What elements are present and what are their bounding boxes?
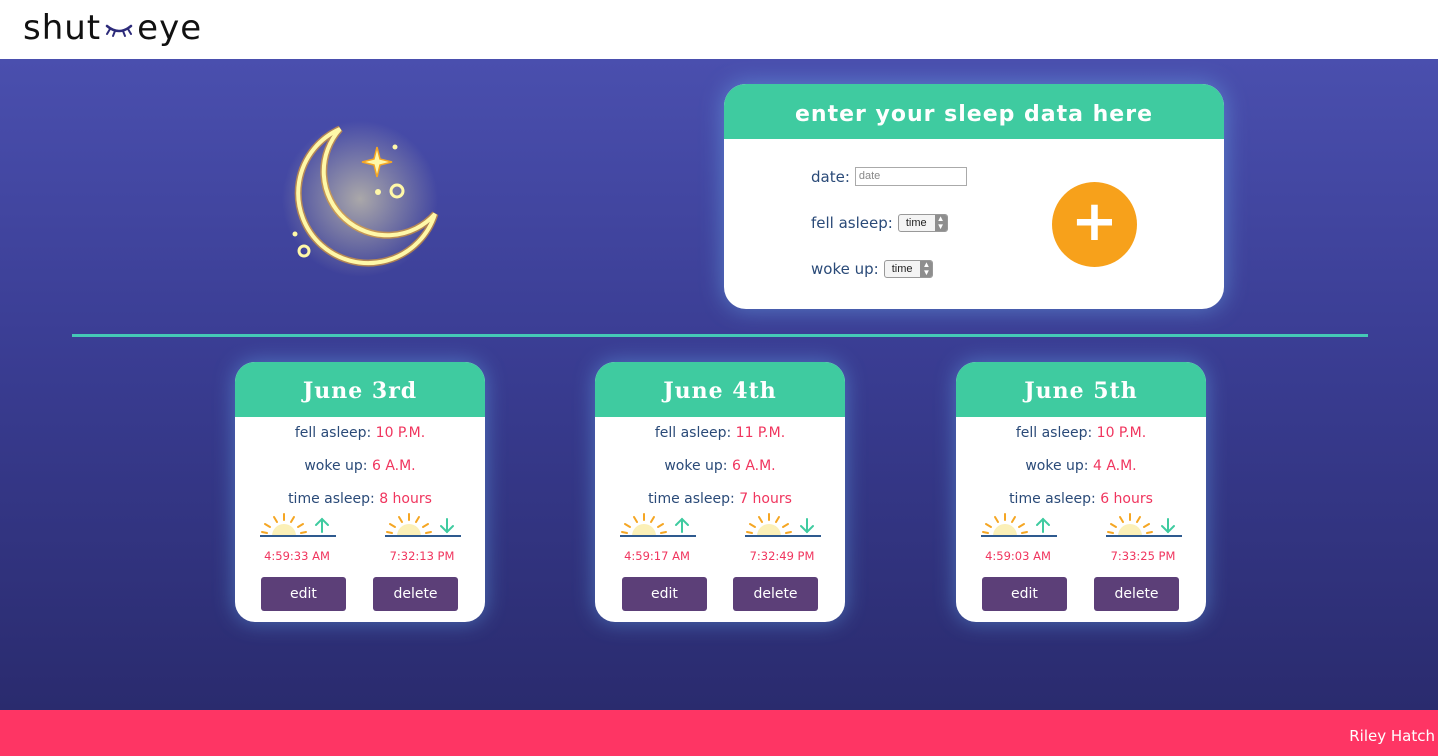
woke-up-label: woke up: (811, 260, 879, 278)
sleep-card: June 5th fell asleep: 10 P.M. woke up: 4… (956, 362, 1206, 622)
card-date: June 3rd (235, 362, 485, 417)
fell-asleep-value: 10 P.M. (375, 425, 426, 441)
author-name: Riley Hatch (1349, 727, 1435, 745)
woke-up-label: woke up: (664, 458, 728, 474)
footer: Riley Hatch (0, 710, 1438, 756)
edit-button[interactable]: edit (622, 577, 707, 611)
sleep-entry-form: enter your sleep data here date: date fe… (724, 84, 1224, 309)
woke-up-value: 6 A.M. (731, 458, 776, 474)
sunset-icon (745, 512, 825, 544)
sleep-card: June 4th fell asleep: 11 P.M. woke up: 6… (595, 362, 845, 622)
fell-asleep-label: fell asleep: (294, 425, 372, 441)
fell-asleep-line: fell asleep: 10 P.M. (235, 417, 485, 450)
fell-asleep-value: 11 P.M. (735, 425, 786, 441)
time-asleep-value: 7 hours (739, 491, 792, 507)
sun-times: 4:59:33 AM 7:32:13 PM (235, 512, 485, 568)
fell-asleep-line: fell asleep: 11 P.M. (595, 417, 845, 450)
woke-up-row: woke up: time ▲ ▼ (811, 260, 934, 278)
add-entry-button[interactable]: + (1052, 182, 1137, 267)
sunset-time: 7:32:13 PM (389, 549, 455, 563)
fell-asleep-value: 10 P.M. (1096, 425, 1147, 441)
card-date: June 5th (956, 362, 1206, 417)
time-asleep-value: 6 hours (1100, 491, 1153, 507)
woke-up-label: woke up: (304, 458, 368, 474)
closed-eye-icon (105, 24, 133, 37)
time-asleep-value: 8 hours (379, 491, 432, 507)
divider (72, 334, 1368, 337)
stepper-arrows-icon: ▲ ▼ (920, 261, 933, 277)
woke-up-value: 6 A.M. (371, 458, 416, 474)
logo-text-eye: eye (137, 8, 203, 48)
delete-button[interactable]: delete (733, 577, 818, 611)
sun-times: 4:59:17 AM 7:32:49 PM (595, 512, 845, 568)
woke-up-line: woke up: 4 A.M. (956, 450, 1206, 483)
main-panel: enter your sleep data here date: date fe… (0, 59, 1438, 710)
sun-times: 4:59:03 AM 7:33:25 PM (956, 512, 1206, 568)
logo[interactable]: shut eye (23, 6, 202, 50)
sunrise-time: 4:59:03 AM (985, 549, 1051, 563)
header: shut eye (0, 0, 1438, 59)
stepper-arrows-icon: ▲ ▼ (934, 215, 947, 231)
fell-asleep-label: fell asleep: (654, 425, 732, 441)
sunrise-icon (981, 512, 1061, 544)
fell-asleep-label: fell asleep: (811, 214, 893, 232)
edit-button[interactable]: edit (982, 577, 1067, 611)
edit-button[interactable]: edit (261, 577, 346, 611)
time-asleep-label: time asleep: (648, 491, 735, 507)
time-asleep-label: time asleep: (1009, 491, 1096, 507)
woke-up-value: 4 A.M. (1092, 458, 1137, 474)
sunrise-icon (260, 512, 340, 544)
form-title: enter your sleep data here (724, 84, 1224, 139)
date-label: date: (811, 167, 850, 186)
fell-asleep-label: fell asleep: (1015, 425, 1093, 441)
delete-button[interactable]: delete (373, 577, 458, 611)
woke-up-value: time (891, 263, 913, 275)
fell-asleep-select[interactable]: time ▲ ▼ (897, 214, 948, 232)
woke-up-label: woke up: (1025, 458, 1089, 474)
sleep-card: June 3rd fell asleep: 10 P.M. woke up: 6… (235, 362, 485, 622)
woke-up-line: woke up: 6 A.M. (235, 450, 485, 483)
moon-icon (282, 121, 439, 277)
sunset-time: 7:32:49 PM (749, 549, 815, 563)
fell-asleep-line: fell asleep: 10 P.M. (956, 417, 1206, 450)
sunset-time: 7:33:25 PM (1110, 549, 1176, 563)
fell-asleep-value: time (905, 217, 927, 229)
sunrise-time: 4:59:33 AM (264, 549, 330, 563)
time-asleep-label: time asleep: (288, 491, 375, 507)
woke-up-select[interactable]: time ▲ ▼ (883, 260, 934, 278)
woke-up-line: woke up: 6 A.M. (595, 450, 845, 483)
logo-text-shut: shut (23, 8, 102, 48)
sunset-icon (1106, 512, 1186, 544)
card-date: June 4th (595, 362, 845, 417)
date-input[interactable]: date (854, 167, 967, 186)
fell-asleep-row: fell asleep: time ▲ ▼ (811, 214, 948, 232)
sunrise-time: 4:59:17 AM (624, 549, 690, 563)
sunrise-icon (620, 512, 700, 544)
sunset-icon (385, 512, 465, 544)
date-row: date: date (811, 167, 967, 186)
delete-button[interactable]: delete (1094, 577, 1179, 611)
